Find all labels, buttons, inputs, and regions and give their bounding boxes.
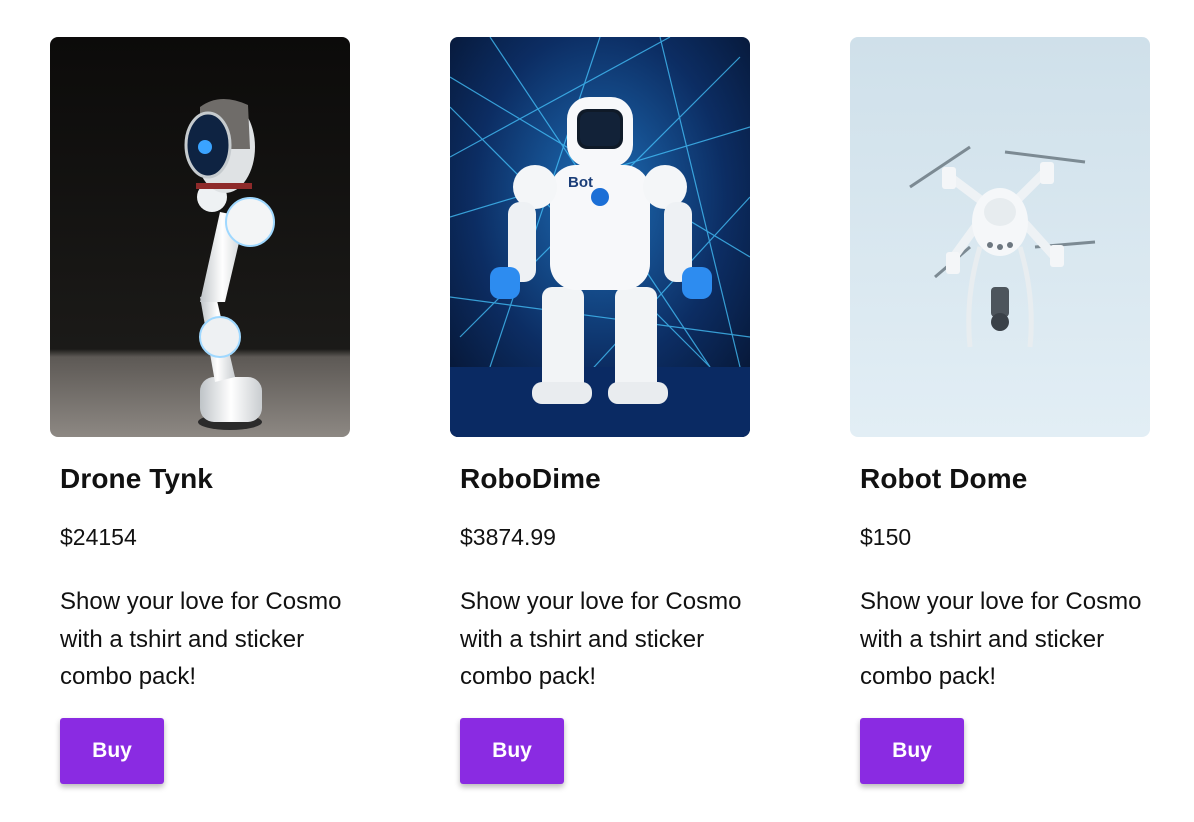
buy-button[interactable]: Buy [860,717,964,784]
product-price: $24154 [60,524,137,550]
product-card-robodime: Bot RoboDime $3874.99 Show your love for… [450,37,750,784]
svg-text:Bot: Bot [568,174,593,191]
product-price: $3874.99 [460,524,556,550]
product-description: Show your love for Cosmo with a tshirt a… [460,588,742,690]
product-price: $150 [860,524,912,550]
product-card-robot-dome: Robot Dome $150 Show your love for Cosmo… [850,37,1150,784]
drone-image [850,37,1150,437]
product-grid: Drone Tynk $24154 Show your love for Cos… [50,37,1150,784]
robot-arm-image [50,37,350,437]
product-title: RoboDime [460,463,601,494]
humanoid-robot-image: Bot [450,37,750,437]
buy-button[interactable]: Buy [460,717,564,784]
buy-button[interactable]: Buy [60,717,164,784]
product-description: Show your love for Cosmo with a tshirt a… [60,588,342,690]
product-title: Robot Dome [860,463,1028,494]
product-description: Show your love for Cosmo with a tshirt a… [860,588,1142,690]
product-title: Drone Tynk [60,463,213,494]
product-card-drone-tynk: Drone Tynk $24154 Show your love for Cos… [50,37,350,784]
